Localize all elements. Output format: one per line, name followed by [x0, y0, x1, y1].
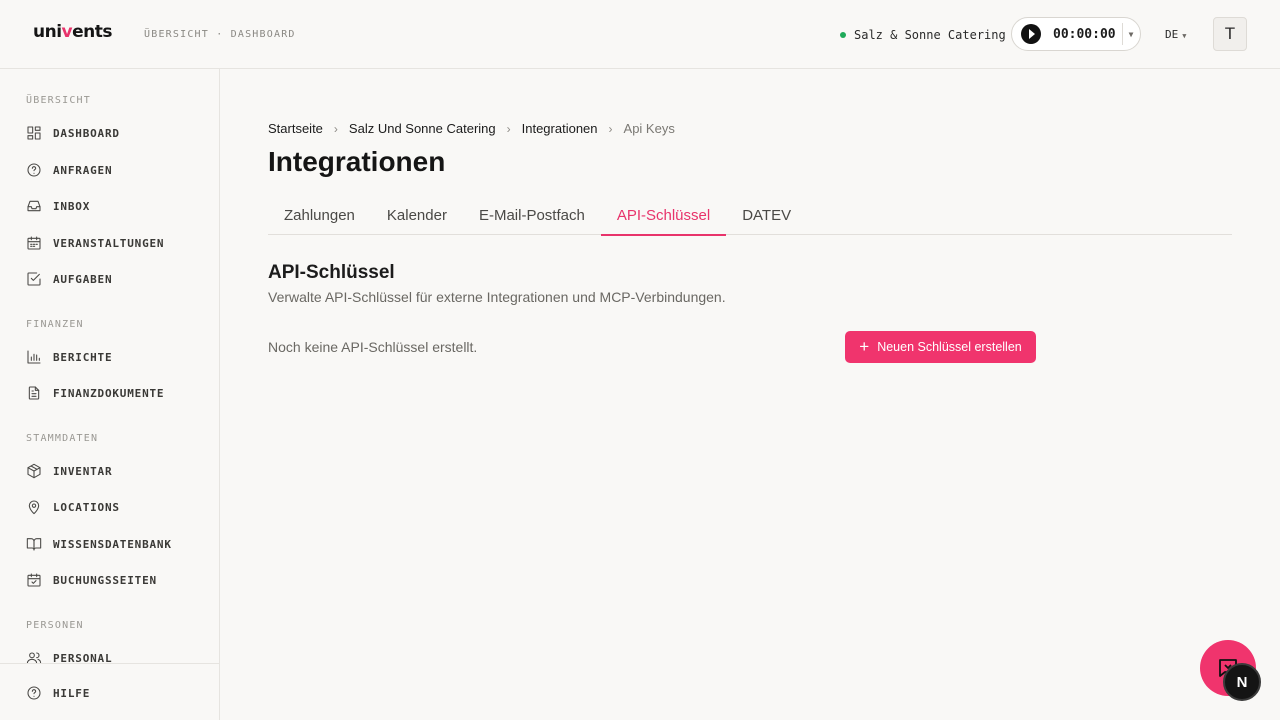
chevron-down-icon[interactable]: ▼: [1129, 30, 1134, 39]
breadcrumb-item-integrationen[interactable]: Integrationen: [522, 121, 598, 136]
chevron-right-icon: ›: [333, 121, 338, 136]
sidebar-section-label: STAMMDATEN: [26, 433, 99, 444]
sidebar-item-dashboard[interactable]: DASHBOARD: [26, 125, 120, 141]
sidebar-section-label: FINANZEN: [26, 319, 84, 330]
logo-text-accent: v: [61, 22, 73, 42]
sidebar-item-label: BERICHTE: [53, 350, 113, 364]
check-square-icon: [27, 272, 41, 286]
sidebar-item-locations[interactable]: LOCATIONS: [26, 499, 120, 515]
chevron-right-icon: ›: [608, 121, 613, 136]
sidebar-item-inventar[interactable]: INVENTAR: [26, 463, 112, 479]
empty-state-text: Noch keine API-Schlüssel erstellt.: [268, 339, 478, 355]
calendar-icon: [27, 236, 41, 250]
sidebar-item-label: INBOX: [53, 199, 91, 213]
sidebar-item-label: LOCATIONS: [53, 500, 120, 514]
sidebar-item-berichte[interactable]: BERICHTE: [26, 349, 112, 365]
sidebar-item-buchungsseiten[interactable]: BUCHUNGSSEITEN: [26, 572, 157, 588]
section-title: API-Schlüssel: [268, 262, 395, 283]
tab-bar: Zahlungen Kalender E-Mail-Postfach API-S…: [268, 198, 1232, 236]
package-icon: [27, 463, 41, 479]
language-select[interactable]: DE ▼: [1165, 28, 1186, 41]
inbox-icon: [27, 200, 41, 212]
tab-api-schluessel[interactable]: API-Schlüssel: [600, 198, 727, 236]
sidebar-item-label: VERANSTALTUNGEN: [53, 236, 165, 250]
sidebar: ÜBERSICHT DASHBOARD ANFRAGEN INBOX VERAN…: [0, 69, 220, 720]
plus-icon: +: [859, 337, 870, 356]
sidebar-item-label: ANFRAGEN: [53, 163, 113, 177]
create-key-button-label: Neuen Schlüssel erstellen: [877, 340, 1022, 354]
tab-email-postfach[interactable]: E-Mail-Postfach: [463, 198, 601, 235]
breadcrumb-item-company[interactable]: Salz Und Sonne Catering: [349, 121, 496, 136]
sidebar-item-inbox[interactable]: INBOX: [26, 198, 90, 214]
help-circle-icon: [27, 163, 41, 177]
sidebar-section-label: ÜBERSICHT: [26, 95, 91, 106]
play-icon[interactable]: [1021, 24, 1041, 44]
help-circle-icon: [27, 686, 41, 700]
tab-kalender[interactable]: Kalender: [371, 198, 463, 235]
top-bar: univents ÜBERSICHT · DASHBOARD Salz & So…: [0, 0, 1280, 69]
header-breadcrumb: ÜBERSICHT · DASHBOARD: [144, 29, 296, 40]
company-indicator[interactable]: Salz & Sonne Catering: [840, 28, 1006, 42]
timer-value: 00:00:00: [1053, 26, 1116, 42]
time-tracker: 00:00:00 ▼: [1011, 17, 1141, 51]
timer-divider: [1121, 23, 1123, 45]
sidebar-item-aufgaben[interactable]: AUFGABEN: [26, 271, 112, 287]
dashboard-icon: [27, 126, 41, 140]
sidebar-item-label: AUFGABEN: [53, 272, 113, 286]
logo-text-start: uni: [33, 22, 62, 42]
sidebar-item-hilfe[interactable]: HILFE: [26, 685, 90, 701]
file-text-icon: [28, 386, 40, 400]
chevron-down-icon: ▼: [1182, 32, 1187, 40]
sidebar-item-label: WISSENSDATENBANK: [53, 537, 172, 551]
sidebar-footer: HILFE: [0, 663, 219, 720]
breadcrumb-item-current: Api Keys: [623, 121, 675, 136]
logo[interactable]: univents: [33, 22, 113, 42]
breadcrumb: Startseite › Salz Und Sonne Catering › I…: [268, 121, 675, 136]
sidebar-item-label: FINANZDOKUMENTE: [53, 386, 165, 400]
logo-text-end: ents: [72, 22, 113, 42]
sidebar-item-anfragen[interactable]: ANFRAGEN: [26, 162, 112, 178]
book-icon: [26, 538, 42, 551]
sidebar-item-label: BUCHUNGSSEITEN: [53, 573, 157, 587]
status-dot-icon: [840, 32, 846, 38]
sidebar-item-veranstaltungen[interactable]: VERANSTALTUNGEN: [26, 235, 164, 251]
tab-zahlungen[interactable]: Zahlungen: [268, 198, 371, 235]
sidebar-item-finanzdokumente[interactable]: FINANZDOKUMENTE: [26, 385, 164, 401]
company-name: Salz & Sonne Catering: [854, 28, 1006, 42]
breadcrumb-item-startseite[interactable]: Startseite: [268, 121, 323, 136]
sidebar-item-wissensdatenbank[interactable]: WISSENSDATENBANK: [26, 536, 172, 552]
map-pin-icon: [28, 500, 40, 515]
avatar[interactable]: T: [1213, 17, 1247, 51]
tab-datev[interactable]: DATEV: [726, 198, 807, 235]
sidebar-section-label: PERSONEN: [26, 620, 84, 631]
language-value: DE: [1165, 28, 1179, 41]
section-description: Verwalte API-Schlüssel für externe Integ…: [268, 289, 726, 305]
dev-tools-badge[interactable]: N: [1223, 663, 1261, 701]
create-key-button[interactable]: + Neuen Schlüssel erstellen: [845, 331, 1036, 363]
page-title: Integrationen: [268, 146, 446, 177]
sidebar-item-label: DASHBOARD: [53, 126, 120, 140]
sidebar-item-label: INVENTAR: [53, 464, 113, 478]
chevron-right-icon: ›: [506, 121, 511, 136]
calendar-check-icon: [27, 573, 41, 587]
sidebar-item-label: HILFE: [53, 686, 91, 700]
bar-chart-icon: [27, 350, 41, 364]
